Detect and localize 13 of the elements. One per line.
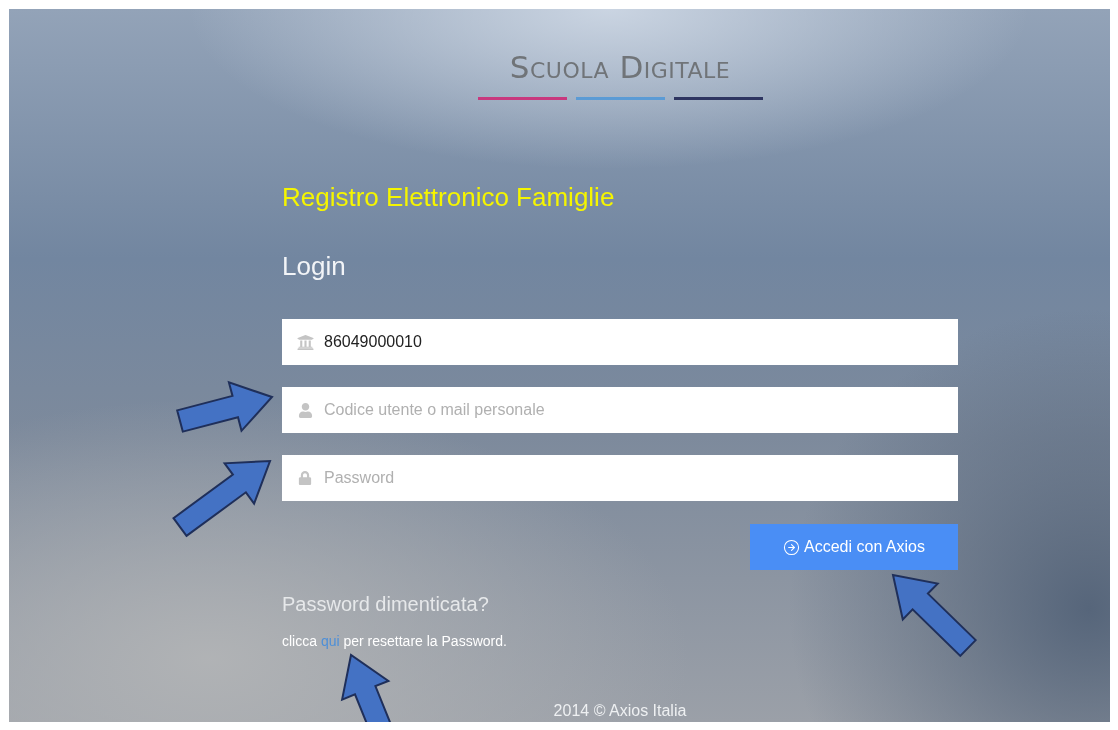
user-icon [297,402,313,418]
bank-icon [296,333,314,351]
arrow-circle-icon [783,538,800,556]
forgot-password-title: Password dimenticata? [282,592,490,616]
login-heading: Login [282,251,347,281]
lock-icon [298,471,312,485]
app-title: Registro Elettronico Famiglie [282,182,616,212]
input-field[interactable]: 86049000010 [282,319,958,365]
input-field[interactable]: Password [282,455,958,501]
input-field[interactable]: Codice utente o mail personale [282,387,958,433]
logo-text: Scuola Digitale [509,49,731,85]
copyright-text: 2014 © Axios Italia [553,701,687,721]
login-button[interactable]: Accedi con Axios [750,524,958,570]
